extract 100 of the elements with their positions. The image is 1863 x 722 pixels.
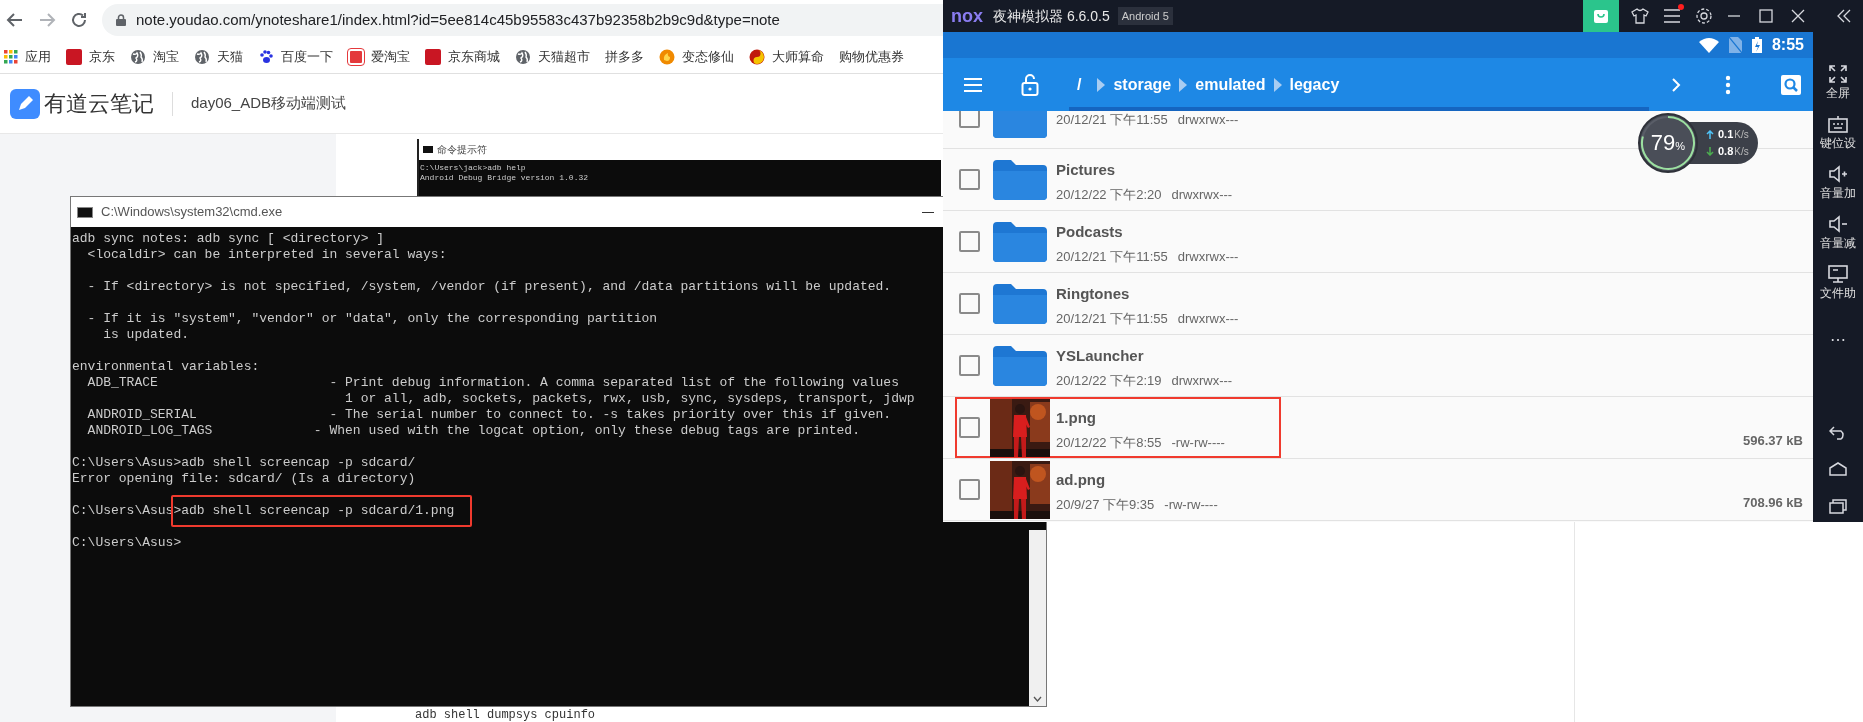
recent-apps-icon[interactable]	[1829, 498, 1847, 514]
file-name[interactable]: Pictures	[1056, 160, 1116, 179]
file-date: 20/12/22 下午2:20	[1056, 186, 1162, 203]
apps-grid-icon	[4, 49, 18, 64]
arrow-up-icon	[1706, 130, 1714, 139]
checkbox[interactable]	[959, 231, 980, 252]
file-permissions: drwxrwx---	[1171, 186, 1233, 203]
console-output: - If <directory> is not specified, /system, /vendor (if present), and /data partitions will be updated.	[86, 279, 892, 295]
window-title: 命令提示符	[437, 143, 487, 157]
file-date: 20/9/27 下午9:35	[1056, 496, 1155, 513]
checkbox[interactable]	[959, 169, 980, 190]
globe-icon	[515, 48, 531, 65]
console-prompt: C:\Users\Asus>	[72, 535, 182, 551]
bookmark[interactable]: 变态修仙	[659, 46, 734, 67]
maximize-icon[interactable]	[1759, 9, 1773, 23]
wifi-icon	[1698, 37, 1719, 53]
sidebar-label[interactable]: 音量加	[1820, 186, 1856, 200]
bookmark[interactable]: 京东商城	[425, 46, 500, 67]
sidebar-label[interactable]: 音量减	[1820, 236, 1856, 250]
file-date: 20/12/21 下午11:55	[1056, 248, 1168, 265]
globe-icon	[194, 48, 210, 65]
checkbox[interactable]	[959, 355, 980, 376]
home-icon[interactable]	[1829, 462, 1847, 476]
file-date: 20/12/22 下午2:19	[1056, 372, 1162, 389]
bookmark[interactable]: 购物优惠券	[839, 46, 904, 67]
checkbox[interactable]	[959, 293, 980, 314]
yin-yang-icon	[749, 48, 765, 65]
paw-icon	[258, 48, 274, 65]
sidebar-label[interactable]: 文件助	[1820, 286, 1856, 300]
console-output: 1 or all, adb, sockets, packets, rwx, usb, sync, sysdeps, transport, jdwp	[344, 391, 915, 407]
store-logo-icon	[66, 48, 82, 65]
file-name[interactable]: ad.png	[1056, 470, 1106, 489]
bookmark[interactable]: 应用	[4, 46, 51, 67]
checkbox[interactable]	[959, 417, 980, 438]
more-vertical-icon[interactable]	[1725, 74, 1731, 95]
breadcrumb-item[interactable]: legacy	[1289, 72, 1340, 97]
bookmark[interactable]: 淘宝	[130, 46, 179, 67]
store-logo-icon	[425, 48, 441, 65]
console-output: - If it is "system", "vendor" or "data", only the corresponding partition	[86, 311, 658, 327]
upload-speed: 0.1K/s	[1718, 128, 1749, 141]
shopping-bag-icon	[1593, 8, 1609, 24]
forward-icon[interactable]	[38, 11, 56, 29]
url-text: note.youdao.com/ynoteshare1/index.html?id=5ee814c45b95583c437b92358b2b9c9d&type=note	[136, 9, 780, 30]
console-icon	[77, 206, 93, 218]
scroll-down-icon[interactable]	[1033, 696, 1042, 702]
minimize-button[interactable]	[922, 211, 934, 213]
search-icon[interactable]	[1781, 74, 1801, 95]
file-size: 596.37 kB	[1743, 431, 1803, 450]
no-sim-icon	[1728, 37, 1742, 53]
code-line: adb shell dumpsys cpuinfo	[415, 709, 596, 722]
checkbox[interactable]	[959, 111, 980, 128]
bookmark[interactable]: 拼多多	[605, 46, 644, 67]
console-output: <localdir> can be interpreted in several ways:	[86, 247, 447, 263]
lock-icon[interactable]	[1021, 73, 1039, 96]
android-version-badge: Android 5	[1117, 6, 1173, 26]
file-permissions: drwxrwx---	[1171, 372, 1233, 389]
window-title: C:\Windows\system32\cmd.exe	[101, 203, 283, 222]
console-line: C:\Users\jack>adb help	[420, 163, 526, 173]
file-name[interactable]: Podcasts	[1056, 222, 1123, 241]
sidebar-label[interactable]: 全屏	[1826, 86, 1850, 100]
checkbox[interactable]	[959, 479, 980, 500]
reload-icon[interactable]	[70, 11, 88, 29]
bookmark[interactable]: 京东	[66, 46, 115, 67]
breadcrumb-item[interactable]: storage	[1113, 72, 1172, 97]
more-button[interactable]: ⋯	[1830, 332, 1846, 348]
file-name[interactable]: 1.png	[1056, 408, 1096, 427]
globe-icon	[130, 48, 146, 65]
chevron-right-icon[interactable]	[1671, 77, 1681, 92]
bookmark[interactable]: 百度一下	[258, 46, 333, 67]
file-permissions: drwxrwx---	[1177, 310, 1239, 327]
shirt-icon[interactable]	[1631, 8, 1649, 24]
sidebar-label[interactable]: 键位设	[1820, 136, 1856, 150]
lock-icon	[116, 14, 126, 26]
console-output: ADB_TRACE - Print debug information. A comma separated list of the following values	[86, 375, 899, 391]
bookmark[interactable]: 大师算命	[749, 46, 824, 67]
collapse-icon[interactable]	[1837, 9, 1851, 23]
console-output: ANDROID_SERIAL - The serial number to connect to. -s takes priority over this if given.	[86, 407, 892, 423]
bookmark[interactable]: 天猫超市	[515, 46, 590, 67]
breadcrumb-item[interactable]: emulated	[1195, 72, 1266, 97]
back-icon[interactable]	[6, 11, 24, 29]
file-name[interactable]: YSLauncher	[1056, 346, 1144, 365]
breadcrumb-item[interactable]: /	[1077, 72, 1082, 97]
memory-percent: 79%	[1650, 132, 1686, 154]
file-name[interactable]: Ringtones	[1056, 284, 1130, 303]
breadcrumb-separator-icon	[1273, 77, 1282, 92]
back-icon[interactable]	[1829, 426, 1847, 440]
menu-icon[interactable]	[1663, 9, 1681, 23]
file-permissions: -rw-rw----	[1164, 496, 1218, 513]
note-title: day06_ADB移动端测试	[191, 93, 347, 114]
bookmark[interactable]: 爱淘宝	[348, 46, 410, 67]
store-button[interactable]	[1583, 0, 1619, 32]
keyboard-icon	[1827, 114, 1849, 134]
scrollbar[interactable]	[1029, 530, 1046, 706]
close-icon[interactable]	[1791, 9, 1805, 23]
bookmark[interactable]: 天猫	[194, 46, 243, 67]
emulator-logo: nox	[951, 7, 983, 25]
console-output: environmental variables:	[72, 359, 260, 375]
console-output: ANDROID_LOG_TAGS - When used with the logcat option, only these debug tags are printed.	[86, 423, 860, 439]
settings-icon[interactable]	[1695, 7, 1713, 25]
tag-logo-icon	[348, 48, 364, 65]
